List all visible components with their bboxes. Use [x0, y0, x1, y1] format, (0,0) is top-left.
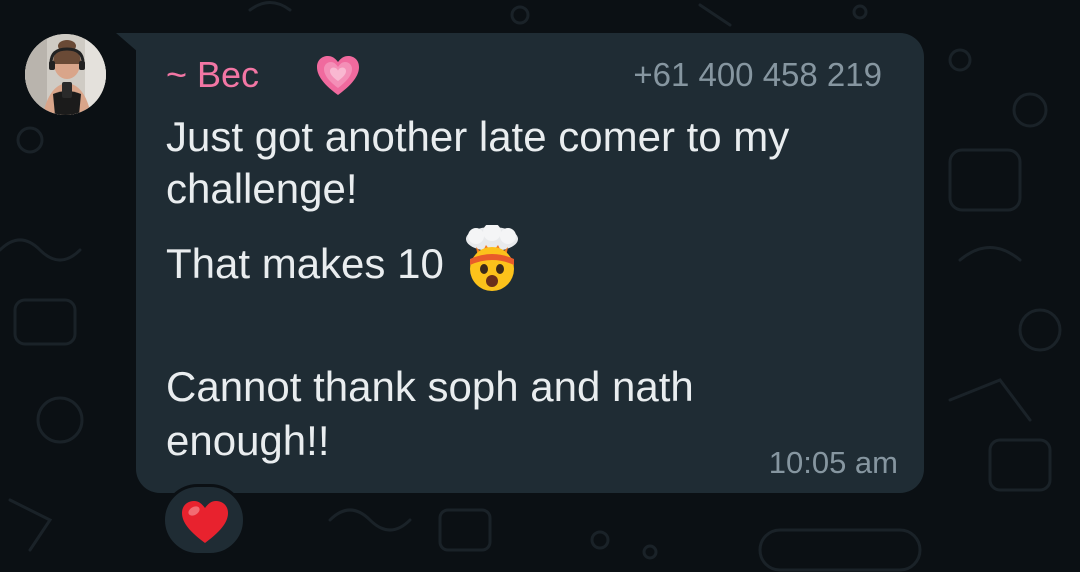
avatar[interactable] [25, 34, 106, 115]
message-text-line: That makes 10 [166, 240, 444, 287]
chat-wallpaper: ~ Bec +61 400 458 219 Just got another l… [0, 0, 1080, 572]
sender-phone[interactable]: +61 400 458 219 [633, 55, 882, 95]
sender-name[interactable]: ~ Bec [166, 55, 259, 95]
growing-heart-icon [317, 56, 359, 95]
message-text-row: That makes 10 [166, 225, 522, 295]
message-timestamp: 10:05 am [768, 445, 898, 480]
sender-row: ~ Bec +61 400 458 219 [166, 53, 882, 97]
reaction-chip[interactable] [162, 484, 246, 556]
message-text-line: Cannot thank soph and nath [166, 363, 694, 410]
exploding-head-icon [466, 225, 519, 291]
message-text-line: enough!! [166, 417, 330, 464]
message-bubble[interactable]: ~ Bec +61 400 458 219 Just got another l… [136, 33, 924, 493]
avatar-photo [25, 34, 106, 115]
message-text-line: challenge! [166, 165, 358, 212]
red-heart-icon [182, 501, 228, 543]
message-text-line: Just got another late comer to my [166, 113, 790, 160]
